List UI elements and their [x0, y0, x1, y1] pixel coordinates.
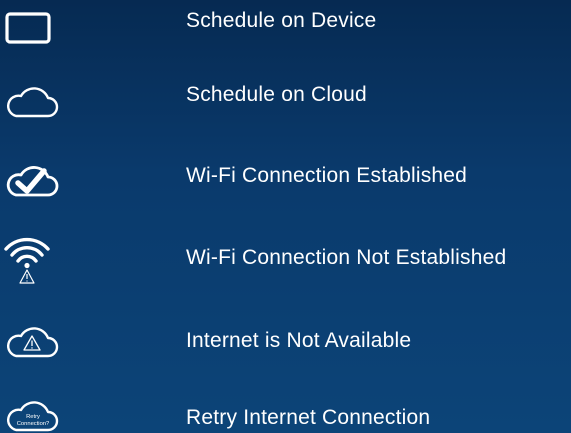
cloud-icon [2, 76, 60, 124]
legend-item-retry-connection: Retry Connection? Retry Internet Connect… [0, 385, 571, 433]
legend-item-device: Schedule on Device [0, 0, 571, 60]
cloud-check-icon [2, 155, 60, 203]
wifi-warning-icon [2, 237, 60, 285]
icon-legend: Schedule on Device Schedule on Cloud Wi-… [0, 0, 571, 433]
retry-icon-text-line2: Connection? [17, 421, 50, 427]
cloud-warning-icon [2, 316, 60, 364]
legend-label-wifi-not-established: Wi-Fi Connection Not Established [186, 246, 507, 269]
retry-icon-text-line1: Retry [26, 414, 40, 420]
legend-label-internet-not-available: Internet is Not Available [186, 329, 412, 352]
legend-item-wifi-established: Wi-Fi Connection Established [0, 160, 571, 220]
legend-item-internet-not-available: Internet is Not Available [0, 318, 571, 378]
legend-label-wifi-established: Wi-Fi Connection Established [186, 164, 468, 187]
device-icon [2, 4, 60, 52]
legend-label-retry-connection: Retry Internet Connection [186, 406, 431, 429]
legend-label-cloud: Schedule on Cloud [186, 83, 367, 106]
legend-item-cloud: Schedule on Cloud [0, 80, 571, 140]
legend-item-wifi-not-established: Wi-Fi Connection Not Established [0, 237, 571, 297]
legend-label-device: Schedule on Device [186, 9, 377, 32]
cloud-retry-icon: Retry Connection? [2, 385, 60, 433]
